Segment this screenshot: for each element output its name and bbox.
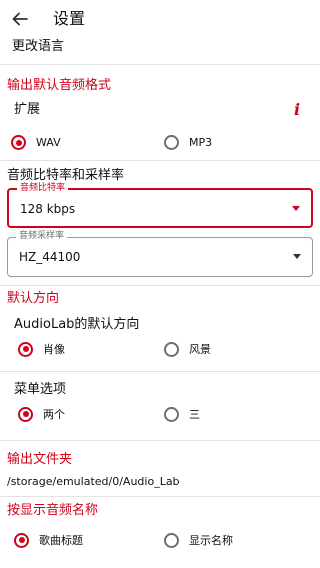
divider [0, 371, 320, 372]
radio-label: 显示名称 [189, 534, 233, 547]
section-output-folder: 输出文件夹 [7, 452, 73, 467]
section-display-name: 按显示音频名称 [7, 503, 99, 518]
dropdown-arrow-icon [293, 254, 301, 259]
bitrate-field-label: 音频比特率 [17, 183, 69, 194]
radio-display-name[interactable]: 显示名称 [164, 532, 233, 548]
radio-three[interactable]: 三 [164, 406, 200, 422]
extension-label: 扩展 [14, 102, 41, 117]
radio-unselected-icon [164, 532, 179, 548]
app-bar: 设置 [0, 0, 320, 38]
radio-song-title[interactable]: 歌曲标题 [14, 532, 83, 548]
divider [0, 160, 320, 161]
samplerate-value: HZ_44100 [19, 250, 81, 264]
bitrate-value: 128 kbps [20, 202, 76, 216]
divider [0, 64, 320, 65]
arrow-left-icon[interactable] [10, 9, 30, 29]
radio-unselected-icon [164, 406, 179, 422]
info-icon[interactable]: i [294, 101, 300, 119]
radio-portrait[interactable]: 肖像 [18, 341, 65, 357]
radio-selected-icon [18, 406, 33, 422]
radio-wav[interactable]: WAV [11, 135, 61, 150]
radio-selected-icon [18, 341, 33, 357]
radio-selected-icon [14, 532, 29, 548]
radio-label: 风景 [189, 343, 211, 356]
radio-selected-icon [11, 135, 26, 150]
dropdown-arrow-icon [292, 206, 300, 211]
radio-label: 两个 [43, 408, 65, 421]
radio-two[interactable]: 两个 [18, 406, 65, 422]
bitrate-dropdown[interactable]: 音频比特率 128 kbps [7, 183, 313, 228]
samplerate-dropdown[interactable]: 音频采样率 HZ_44100 [7, 231, 313, 277]
section-orientation: 默认方向 [7, 291, 60, 306]
page-title: 设置 [53, 9, 86, 28]
radio-label: 歌曲标题 [39, 534, 83, 547]
section-output-format: 输出默认音频格式 [7, 78, 112, 93]
change-language-item[interactable]: 更改语言 [12, 38, 64, 56]
radio-landscape[interactable]: 风景 [164, 341, 211, 357]
radio-label: MP3 [189, 136, 213, 149]
menu-options-title: 菜单选项 [14, 382, 67, 397]
output-folder-path[interactable]: /storage/emulated/0/Audio_Lab [7, 473, 180, 491]
radio-unselected-icon [164, 135, 179, 150]
orientation-title: AudioLab的默认方向 [14, 317, 140, 332]
radio-label: WAV [36, 136, 61, 149]
radio-mp3[interactable]: MP3 [164, 135, 212, 150]
radio-label: 肖像 [43, 343, 65, 356]
divider [0, 496, 320, 497]
divider [0, 440, 320, 441]
divider [0, 285, 320, 286]
radio-label: 三 [189, 408, 200, 421]
radio-unselected-icon [164, 341, 179, 357]
samplerate-field-label: 音频采样率 [16, 231, 68, 242]
